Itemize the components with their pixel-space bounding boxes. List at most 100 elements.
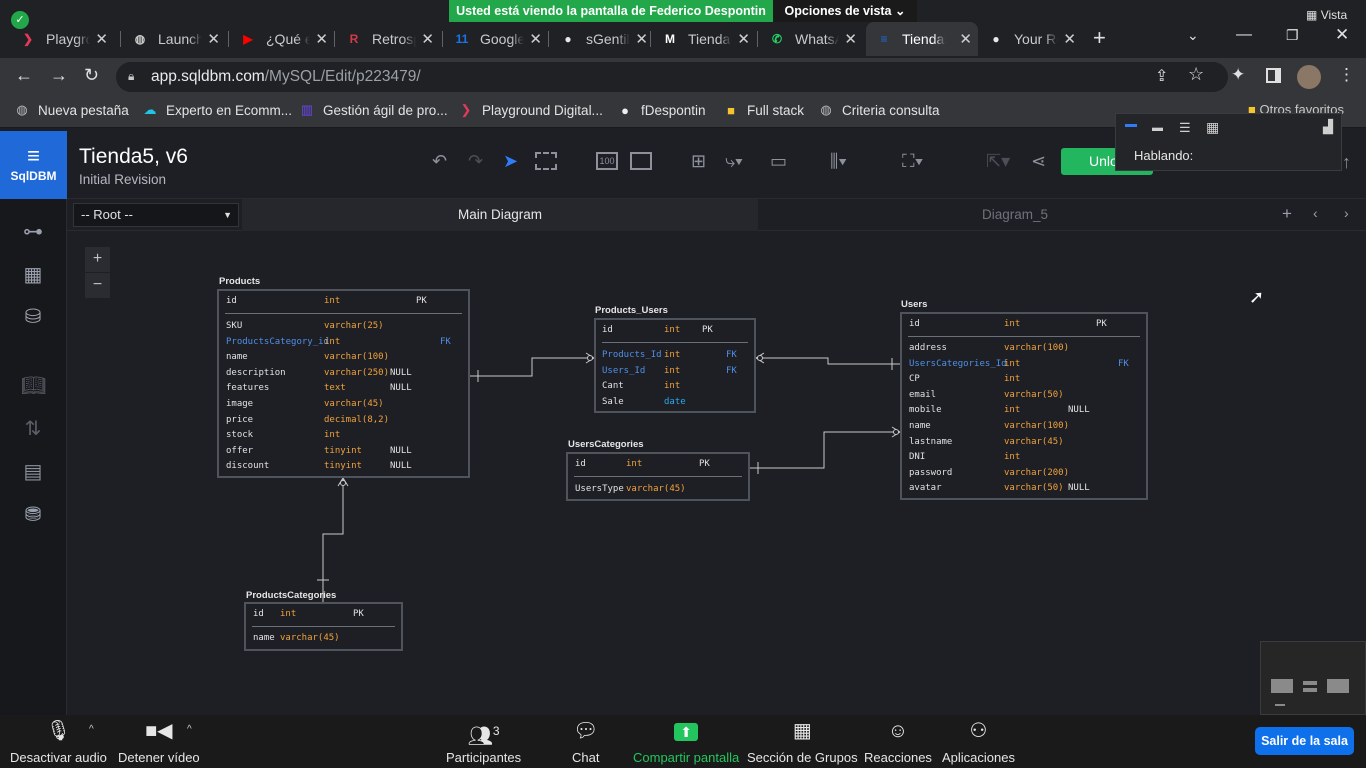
video-options-caret-icon[interactable]: ^ [187, 724, 192, 735]
pk-type: int [1004, 319, 1021, 329]
breakout-grid-icon: ▦ [792, 720, 812, 742]
pk-column: id [909, 319, 920, 329]
chat-bubble-icon: 💬︎ [573, 720, 599, 742]
column-type: varchar(45) [626, 484, 686, 494]
participants-icon: 👥︎3 [467, 724, 500, 748]
column-name: DNI [909, 452, 926, 463]
pk-type: int [280, 609, 297, 619]
pk-column: id [575, 459, 586, 469]
pk-badge: PK [416, 296, 427, 306]
zoom-mini-view[interactable] [1260, 641, 1366, 715]
column-type: varchar(100) [1004, 343, 1070, 353]
column-type: int [1004, 405, 1021, 416]
column-type: int [324, 430, 341, 441]
mouse-cursor-icon: ➚ [1249, 287, 1265, 307]
table-name-users: Users [901, 299, 928, 310]
rel-products-productscategories [322, 478, 344, 602]
table-products-users[interactable]: id int PK Products_Id int FK Users_Id int FK C… [594, 318, 756, 413]
rel-products-products-users [470, 357, 594, 377]
column-type: varchar(250) [324, 367, 390, 378]
column-nullable: NULL [390, 383, 412, 394]
fk-badge: FK [440, 336, 451, 347]
column-name: image [226, 399, 254, 409]
apps-button[interactable]: ⚇ Aplicaciones [942, 719, 1015, 765]
column-name: price [226, 414, 254, 425]
column-type: int [1004, 358, 1021, 369]
table-name-products-users: Products_Users [595, 305, 668, 316]
share-screen-button[interactable]: ⬆ Compartir pantalla [633, 719, 739, 765]
reactions-button[interactable]: ☺ Reacciones [864, 719, 932, 765]
column-type: varchar(100) [1004, 421, 1070, 431]
column-type: tinyint [324, 461, 362, 472]
column-type: varchar(50) [1004, 483, 1064, 494]
chat-button[interactable]: 💬︎ Chat [572, 719, 599, 765]
table-name-products-categories: ProductsCategories [246, 590, 337, 601]
pk-type: int [626, 459, 643, 469]
pk-type: int [664, 325, 681, 335]
fk-badge: FK [726, 350, 737, 360]
apps-icon: ⚇ [969, 720, 988, 742]
column-type: int [1004, 374, 1021, 385]
pk-column: id [226, 296, 237, 306]
column-type: int [324, 336, 341, 347]
audio-options-caret-icon[interactable]: ^ [89, 724, 94, 735]
table-products[interactable]: id int PK SKU varchar(25) ProductsCategory… [217, 289, 470, 478]
pk-badge: PK [353, 609, 364, 619]
share-screen-icon: ⬆ [633, 719, 739, 743]
column-type: date [664, 396, 686, 407]
column-name: UsersType [575, 484, 624, 494]
column-type: varchar(200) [1004, 467, 1070, 478]
breakout-rooms-button[interactable]: ▦ Sección de Grupos [747, 719, 858, 765]
column-name: Products_Id [602, 350, 662, 360]
column-type: varchar(45) [1004, 436, 1064, 447]
column-name: UsersCategories_Id [909, 358, 1007, 369]
participants-button[interactable]: 👥︎3 Participantes [446, 719, 521, 765]
column-type: varchar(50) [1004, 389, 1064, 400]
column-name: stock [226, 430, 254, 441]
column-type: int [1004, 452, 1021, 463]
pk-column: id [253, 609, 264, 619]
column-nullable: NULL [1068, 483, 1090, 494]
column-name: email [909, 389, 937, 400]
column-name: lastname [909, 436, 953, 447]
pk-badge: PK [699, 459, 710, 469]
table-name-users-categories: UsersCategories [568, 439, 644, 450]
table-users-categories[interactable]: id int PK UsersType varchar(45) [566, 452, 750, 501]
column-type: decimal(8,2) [324, 414, 390, 425]
table-users[interactable]: id int PK address varchar(100) UsersCatego… [900, 312, 1148, 500]
column-type: int [664, 365, 681, 376]
column-name: name [909, 421, 931, 431]
column-name: mobile [909, 405, 942, 416]
table-products-categories[interactable]: id int PK name varchar(45) [244, 602, 403, 651]
column-nullable: NULL [390, 367, 412, 378]
pk-column: id [602, 325, 613, 335]
column-name: address [909, 343, 947, 353]
column-type: tinyint [324, 445, 362, 456]
column-name: offer [226, 445, 254, 456]
column-nullable: NULL [390, 445, 412, 456]
column-type: varchar(100) [324, 352, 390, 363]
column-type: varchar(45) [280, 633, 340, 643]
column-name: Users_Id [602, 365, 646, 376]
smiley-icon: ☺ [887, 720, 909, 742]
column-type: varchar(45) [324, 399, 384, 409]
column-name: avatar [909, 483, 942, 494]
column-name: features [226, 383, 270, 394]
column-name: SKU [226, 321, 243, 331]
pk-badge: PK [702, 325, 713, 335]
column-nullable: NULL [1068, 405, 1090, 416]
rel-users-products-users [756, 357, 900, 365]
column-name: name [226, 352, 248, 363]
column-type: int [664, 381, 681, 392]
column-type: text [324, 383, 346, 394]
pk-type: int [324, 296, 341, 306]
column-type: varchar(25) [324, 321, 384, 331]
column-name: Sale [602, 396, 624, 407]
fk-badge: FK [726, 365, 737, 376]
column-type: int [664, 350, 681, 360]
pk-badge: PK [1096, 319, 1107, 329]
leave-room-button[interactable]: Salir de la sala [1255, 727, 1354, 755]
fk-badge: FK [1118, 358, 1129, 369]
column-name: Cant [602, 381, 624, 392]
rel-users-userscategories [750, 431, 900, 469]
